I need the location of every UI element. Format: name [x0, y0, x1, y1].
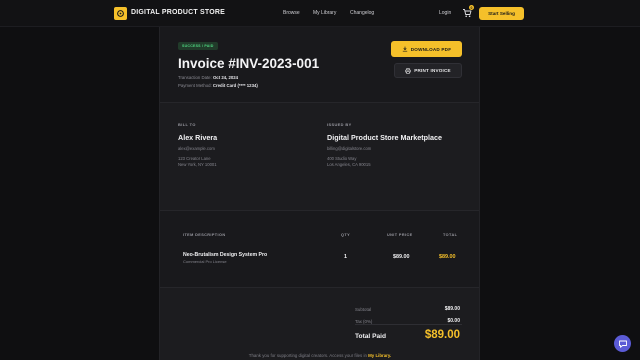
item-name: Neo-Brutalism Design System Pro — [183, 252, 268, 258]
issued-by-address-line1: 400 Studio Way — [327, 156, 357, 161]
chat-support-button[interactable] — [614, 335, 631, 352]
invoice-header-section: SUCCESS / PAID Invoice #INV-2023-001 Tra… — [160, 27, 479, 103]
login-link[interactable]: Login — [439, 10, 451, 16]
total-paid-label: Total Paid — [355, 333, 387, 340]
column-header-total: TOTAL — [443, 233, 458, 237]
line-items-table: ITEM DESCRIPTION QTY UNIT PRICE TOTAL Ne… — [160, 211, 479, 288]
download-icon — [402, 46, 407, 52]
issued-by-email[interactable]: billing@digitalstore.com — [327, 146, 371, 151]
print-invoice-button[interactable]: PRINT INVOICE — [394, 63, 462, 78]
invoice-title: Invoice #INV-2023-001 — [178, 56, 320, 71]
billing-parties-section: BILL TO Alex Rivera alex@example.com 123… — [160, 103, 479, 211]
column-header-item: ITEM DESCRIPTION — [183, 233, 226, 237]
cart-count-badge: 0 — [469, 5, 474, 10]
subtotal-value: $89.00 — [444, 306, 460, 312]
download-pdf-label: DOWNLOAD PDF — [410, 46, 452, 52]
printer-icon — [405, 67, 411, 74]
bill-to-email[interactable]: alex@example.com — [178, 146, 215, 151]
footer-note: Thank you for supporting digital creator… — [0, 353, 640, 358]
store-logo-icon[interactable] — [114, 7, 127, 20]
totals-section: Subtotal $89.00 Tax (0%) $0.00 Total Pai… — [160, 288, 479, 360]
start-selling-button[interactable]: Start Selling — [479, 7, 524, 20]
download-pdf-button[interactable]: DOWNLOAD PDF — [391, 41, 462, 57]
payment-status-badge: SUCCESS / PAID — [178, 42, 218, 50]
column-header-qty: QTY — [341, 233, 351, 237]
bill-to-label: BILL TO — [178, 122, 196, 127]
print-invoice-label: PRINT INVOICE — [414, 68, 451, 73]
transaction-date-value: Oct 24, 2024 — [212, 75, 239, 80]
issued-by-address-line2: Los Angeles, CA 90015 — [327, 162, 371, 167]
item-license: Commercial Pro License — [183, 259, 227, 264]
my-library-link[interactable]: My Library. — [368, 353, 391, 358]
top-nav-bar: DIGITAL PRODUCT STORE Browse My Library … — [0, 0, 640, 27]
issued-by-name: Digital Product Store Marketplace — [327, 133, 443, 142]
bill-to-address-line1: 123 Creator Lane — [178, 156, 211, 161]
payment-method-value: Credit Card (**** 1234) — [212, 83, 258, 88]
transaction-date-label: Transaction Date: — [178, 75, 212, 80]
item-unit-price: $89.00 — [393, 254, 410, 260]
transaction-date: Transaction Date: Oct 24, 2024 — [178, 75, 238, 80]
totals-divider — [355, 324, 462, 325]
item-qty: 1 — [344, 254, 347, 260]
total-paid-value: $89.00 — [424, 329, 460, 341]
subtotal-label: Subtotal — [355, 307, 372, 312]
brand-name[interactable]: DIGITAL PRODUCT STORE — [131, 9, 225, 16]
chat-bubble-icon — [618, 340, 627, 348]
nav-my-library[interactable]: My Library — [313, 10, 336, 16]
payment-method-label: Payment Method: — [178, 83, 212, 88]
invoice-card: SUCCESS / PAID Invoice #INV-2023-001 Tra… — [159, 27, 480, 360]
bill-to-name: Alex Rivera — [178, 133, 218, 142]
footer-note-text: Thank you for supporting digital creator… — [248, 353, 367, 358]
item-total: $89.00 — [439, 254, 456, 260]
issued-by-label: ISSUED BY — [327, 122, 352, 127]
column-header-unit-price: UNIT PRICE — [387, 233, 413, 237]
bill-to-address-line2: New York, NY 10001 — [178, 162, 217, 167]
nav-browse[interactable]: Browse — [283, 10, 300, 16]
payment-method: Payment Method: Credit Card (**** 1234) — [178, 83, 258, 88]
nav-changelog[interactable]: Changelog — [350, 10, 374, 16]
